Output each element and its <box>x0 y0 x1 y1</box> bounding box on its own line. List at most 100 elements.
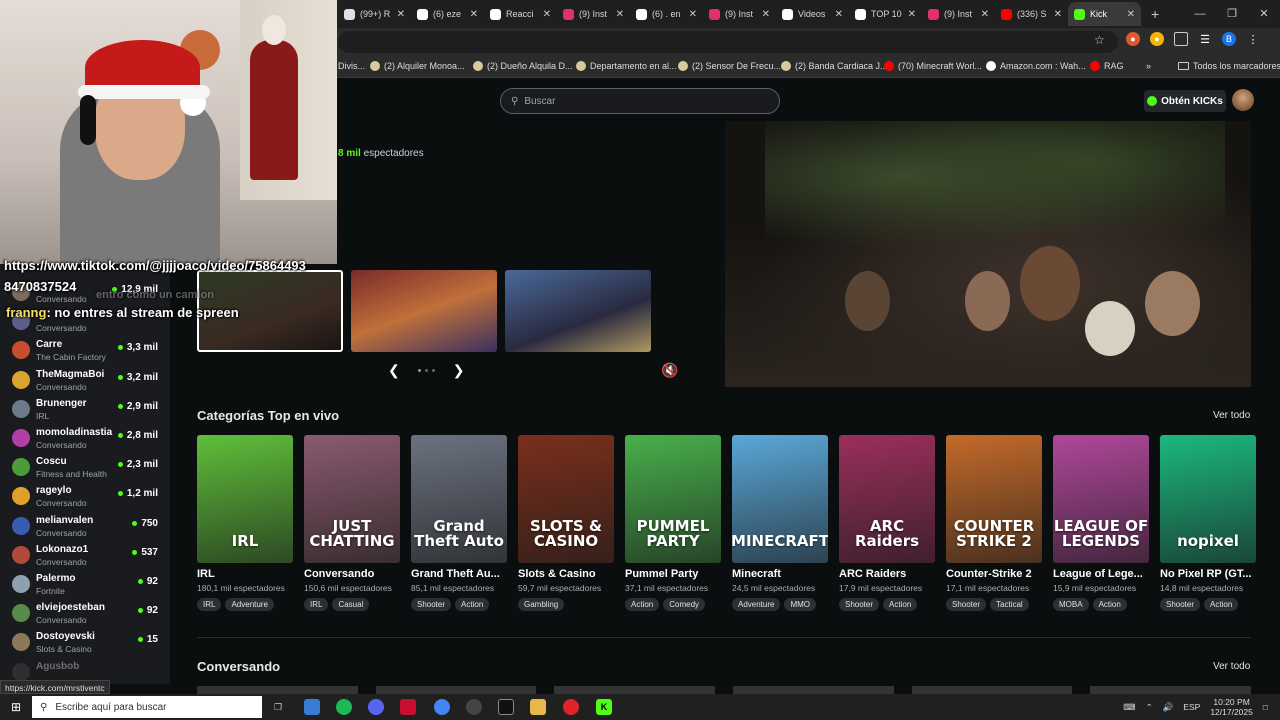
reading-list-icon[interactable]: ☰ <box>1198 32 1212 46</box>
windows-start-icon[interactable]: ⊞ <box>8 699 24 715</box>
sidebar-channel[interactable]: melianvalen Conversando 750 <box>10 513 170 541</box>
kick-app-icon[interactable]: K <box>596 699 612 715</box>
search-input[interactable]: ⚲ Buscar <box>500 88 780 114</box>
featured-thumbnail[interactable] <box>351 270 497 352</box>
category-art[interactable]: ARC Raiders <box>839 435 935 563</box>
chrome-icon[interactable] <box>434 699 450 715</box>
category-tag[interactable]: MMO <box>784 598 817 611</box>
chevron-left-icon[interactable]: ❮ <box>388 362 400 379</box>
category-name[interactable]: Slots & Casino <box>518 568 614 580</box>
category-card[interactable]: Grand Theft Auto Grand Theft Au... 85,1 … <box>411 435 507 611</box>
sidebar-channel[interactable]: Dostoyevski Slots & Casino 15 <box>10 629 170 657</box>
sidebar-channel[interactable]: TheMagmaBoi Conversando 3,2 mil <box>10 367 170 395</box>
opera-icon[interactable] <box>563 699 579 715</box>
clock[interactable]: 10:20 PM 12/17/2025 <box>1210 697 1253 717</box>
browser-tab[interactable]: (6) . en ✕ <box>630 2 703 26</box>
user-avatar[interactable] <box>1232 89 1254 111</box>
close-tab-icon[interactable]: ✕ <box>1127 9 1135 20</box>
bookmark-item[interactable]: (2) Alquiler Monoa... <box>370 61 465 71</box>
browser-tab[interactable]: (6) eze ✕ <box>411 2 484 26</box>
capcut-icon[interactable] <box>498 699 514 715</box>
bookmark-item[interactable]: Amazon.com : Wah... <box>986 61 1086 71</box>
sidebar-channel[interactable]: momoladinastia Conversando 2,8 mil <box>10 425 170 453</box>
category-card[interactable]: LEAGUE OF LEGENDS League of Lege... 15,9… <box>1053 435 1149 611</box>
volume-icon[interactable]: 🔊 <box>1163 702 1174 713</box>
category-card[interactable]: nopixel No Pixel RP (GT... 14,8 mil espe… <box>1160 435 1256 611</box>
category-art[interactable]: SLOTS & CASINO <box>518 435 614 563</box>
tray-chevron-icon[interactable]: ⌃ <box>1146 702 1153 713</box>
bookmark-item[interactable]: (2) Dueño Alquila D... <box>473 61 573 71</box>
browser-tab[interactable]: (9) Inst ✕ <box>557 2 630 26</box>
sidebar-channel[interactable]: Brunenger IRL 2,9 mil <box>10 396 170 424</box>
file-explorer-icon[interactable] <box>530 699 546 715</box>
new-tab-button[interactable]: + <box>1151 6 1159 22</box>
category-card[interactable]: IRL IRL 180,1 mil espectadores IRL Advent… <box>197 435 293 611</box>
category-tag[interactable]: IRL <box>197 598 222 611</box>
sidebar-channel[interactable]: Palermo Fortnite 92 <box>10 571 170 599</box>
browser-tab[interactable]: (9) Inst ✕ <box>703 2 776 26</box>
category-tag[interactable]: Adventure <box>225 598 274 611</box>
obs-icon[interactable] <box>466 699 482 715</box>
bookmarks-more[interactable]: » <box>1146 61 1151 71</box>
bookmark-item[interactable]: (2) Banda Cardiaca J... <box>781 61 888 71</box>
browser-tab[interactable]: Videos ✕ <box>776 2 849 26</box>
close-tab-icon[interactable]: ✕ <box>835 9 843 20</box>
sidebar-channel[interactable]: Carre The Cabin Factory 3,3 mil <box>10 337 170 365</box>
category-tag[interactable]: Tactical <box>990 598 1029 611</box>
category-tag[interactable]: Adventure <box>732 598 781 611</box>
all-bookmarks[interactable]: Todos los marcadores <box>1178 61 1280 71</box>
close-tab-icon[interactable]: ✕ <box>543 9 551 20</box>
close-tab-icon[interactable]: ✕ <box>616 9 624 20</box>
category-card[interactable]: JUST CHATTING Conversando 150,6 mil espe… <box>304 435 400 611</box>
category-tag[interactable]: Action <box>1092 598 1127 611</box>
minimize-icon[interactable]: — <box>1184 0 1216 28</box>
category-tag[interactable]: Shooter <box>946 598 987 611</box>
bookmark-item[interactable]: Departamento en al... <box>576 61 677 71</box>
close-window-icon[interactable]: ✕ <box>1248 0 1280 28</box>
bookmark-item[interactable]: (2) Sensor De Frecu... <box>678 61 781 71</box>
browser-tab[interactable]: Reacci ✕ <box>484 2 557 26</box>
category-tag[interactable]: MOBA <box>1053 598 1089 611</box>
sidebar-channel[interactable]: Coscu Fitness and Health 2,3 mil <box>10 454 170 482</box>
category-name[interactable]: No Pixel RP (GT... <box>1160 568 1256 580</box>
extensions-puzzle-icon[interactable] <box>1174 32 1188 46</box>
category-tag[interactable]: Shooter <box>1160 598 1201 611</box>
conversando-see-all[interactable]: Ver todo <box>1213 661 1250 672</box>
featured-stream-player[interactable] <box>725 121 1251 387</box>
close-tab-icon[interactable]: ✕ <box>689 9 697 20</box>
restore-icon[interactable]: ❐ <box>1216 0 1248 28</box>
chevron-right-icon[interactable]: ❯ <box>453 362 465 379</box>
spotify-icon[interactable] <box>336 699 352 715</box>
category-tag[interactable]: Comedy <box>663 598 706 611</box>
category-card[interactable]: SLOTS & CASINO Slots & Casino 59,7 mil e… <box>518 435 614 611</box>
taskbar-search[interactable]: ⚲ Escribe aquí para buscar <box>32 696 262 718</box>
category-tag[interactable]: Casual <box>332 598 370 611</box>
category-card[interactable]: ARC Raiders ARC Raiders 17,9 mil especta… <box>839 435 935 611</box>
category-art[interactable]: LEAGUE OF LEGENDS <box>1053 435 1149 563</box>
category-tag[interactable]: Action <box>625 598 660 611</box>
discord-icon[interactable] <box>368 699 384 715</box>
categories-see-all[interactable]: Ver todo <box>1213 410 1250 421</box>
category-tag[interactable]: Shooter <box>411 598 452 611</box>
copilot-icon[interactable] <box>304 699 320 715</box>
close-tab-icon[interactable]: ✕ <box>981 9 989 20</box>
category-card[interactable]: COUNTER STRIKE 2 Counter-Strike 2 17,1 m… <box>946 435 1042 611</box>
sidebar-channel[interactable]: rageylo Conversando 1,2 mil <box>10 483 170 511</box>
address-bar[interactable] <box>338 31 1118 53</box>
category-art[interactable]: nopixel <box>1160 435 1256 563</box>
category-tag[interactable]: Action <box>883 598 918 611</box>
category-name[interactable]: Counter-Strike 2 <box>946 568 1042 580</box>
bookmark-item[interactable]: Divis... <box>338 61 365 71</box>
browser-tab[interactable]: (99+) R ✕ <box>338 2 411 26</box>
category-art[interactable]: COUNTER STRIKE 2 <box>946 435 1042 563</box>
category-name[interactable]: Minecraft <box>732 568 828 580</box>
language-indicator[interactable]: ESP <box>1183 702 1200 712</box>
browser-tab[interactable]: (336) S ✕ <box>995 2 1068 26</box>
close-tab-icon[interactable]: ✕ <box>908 9 916 20</box>
category-name[interactable]: Grand Theft Au... <box>411 568 507 580</box>
category-tag[interactable]: Action <box>455 598 490 611</box>
close-tab-icon[interactable]: ✕ <box>1054 9 1062 20</box>
category-art[interactable]: PUMMEL PARTY <box>625 435 721 563</box>
category-tag[interactable]: IRL <box>304 598 329 611</box>
notifications-icon[interactable]: □ <box>1263 702 1268 712</box>
